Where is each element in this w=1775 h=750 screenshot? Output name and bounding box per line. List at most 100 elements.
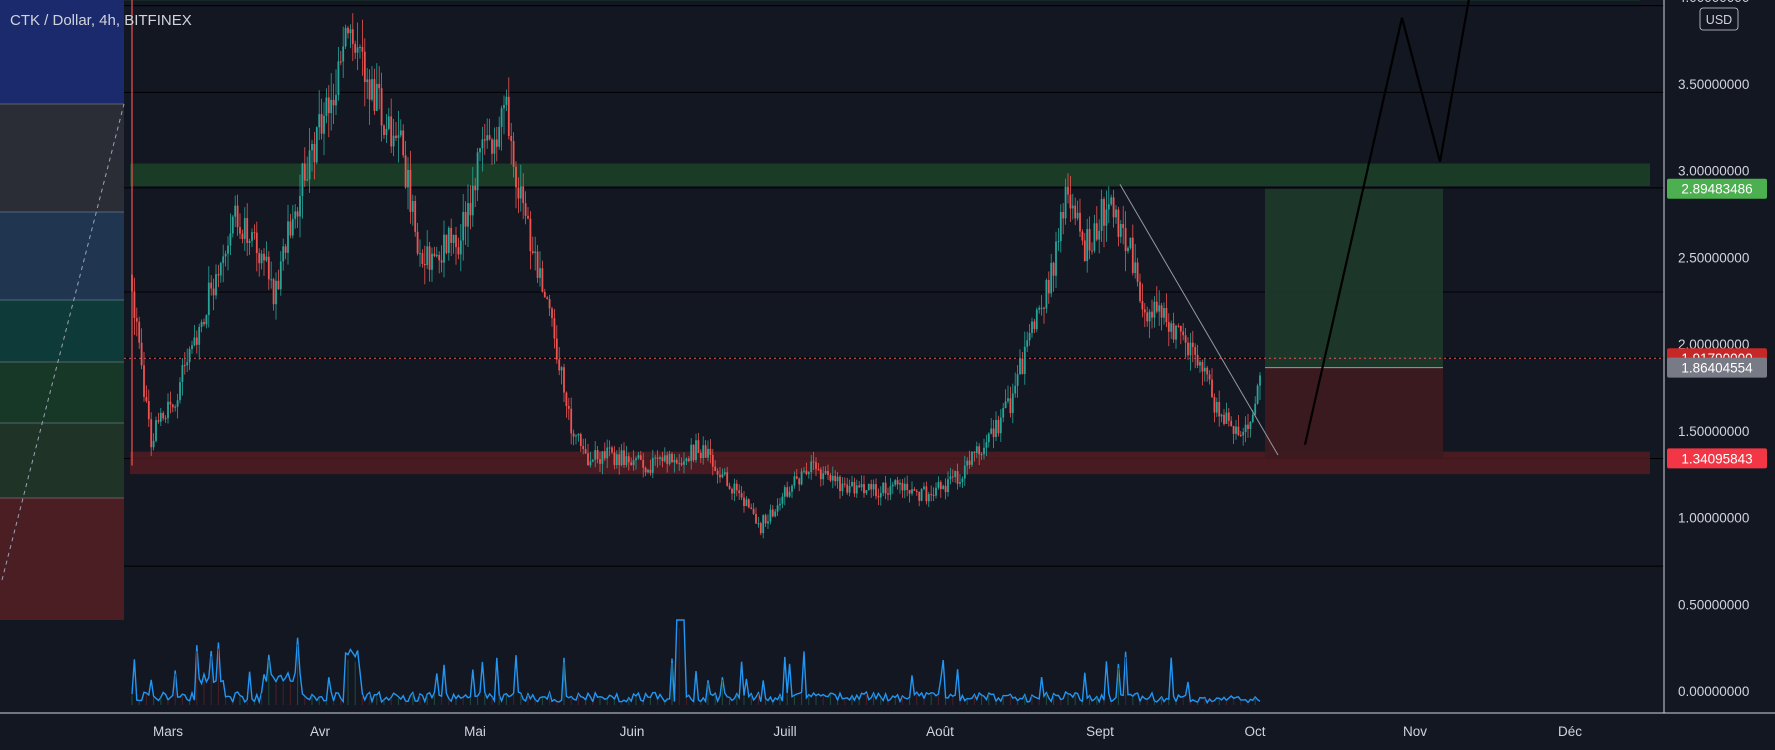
candle-up (1110, 197, 1113, 205)
candle-up (191, 345, 193, 349)
candle-down (687, 458, 690, 461)
candle-down (529, 218, 532, 252)
candle-up (1189, 342, 1192, 356)
candle-down (1117, 209, 1120, 237)
candle-up (651, 457, 654, 473)
candle-down (1141, 301, 1144, 310)
candle-down (491, 139, 493, 154)
candle-up (1220, 414, 1223, 417)
candle-up (971, 451, 973, 465)
candle-up (452, 234, 455, 243)
candle-up (265, 256, 268, 261)
price-tag-label: 2.89483486 (1681, 182, 1752, 197)
candle-up (690, 444, 693, 461)
candle-up (872, 484, 875, 490)
candle-up (1175, 325, 1177, 340)
candle-down (563, 367, 565, 393)
candle-up (723, 472, 726, 475)
candle-down (896, 480, 899, 485)
candle-up (359, 46, 361, 48)
candle-up (923, 486, 925, 490)
time-tick-label: Sept (1086, 724, 1114, 739)
candle-up (1199, 361, 1201, 366)
candle-down (711, 454, 714, 467)
candle-up (606, 447, 609, 459)
candle-up (889, 486, 892, 495)
candle-up (800, 471, 803, 485)
candle-up (1251, 414, 1254, 422)
candle-down (253, 232, 256, 234)
candle-up (270, 279, 273, 281)
candle-up (251, 232, 253, 241)
candle-down (1208, 374, 1211, 380)
candle-down (433, 253, 436, 257)
candle-down (740, 493, 743, 498)
candle-down (495, 139, 498, 147)
candle-down (363, 51, 366, 83)
candle-up (315, 127, 318, 163)
candle-up (959, 482, 961, 484)
time-axis[interactable]: Mars Avr Mai Juin Juill Août Sept Oct Nov Déc (153, 724, 1582, 739)
candle-up (673, 459, 676, 463)
candle-up (260, 253, 263, 264)
candle-up (695, 440, 697, 461)
price-tick-label: 3.50000000 (1678, 77, 1749, 92)
candle-down (939, 482, 942, 490)
candle-down (858, 485, 861, 488)
candle-up (200, 322, 203, 327)
candle-up (1086, 229, 1089, 262)
candle-down (1196, 354, 1199, 366)
candle-up (356, 47, 359, 53)
candle-down (368, 79, 371, 100)
candle-down (944, 485, 947, 493)
candle-up (1045, 279, 1048, 309)
candle-up (342, 46, 345, 62)
candle-up (1026, 340, 1029, 347)
candle-down (951, 476, 954, 478)
candle-up (788, 491, 791, 497)
candle-down (719, 474, 721, 478)
candle-up (942, 485, 945, 490)
candle-up (589, 461, 592, 466)
candle-down (906, 483, 909, 491)
candle-down (582, 446, 585, 450)
candle-down (246, 218, 249, 243)
candle-up (620, 450, 623, 466)
candle-up (159, 412, 162, 422)
candle-up (426, 246, 429, 266)
price-tick-label: 2.50000000 (1678, 250, 1749, 265)
candle-down (752, 508, 755, 514)
candle-down (992, 428, 995, 438)
candle-down (747, 499, 750, 508)
candle-down (704, 445, 707, 458)
long-position-box[interactable] (124, 188, 1664, 459)
candle-down (759, 523, 762, 534)
candle-down (145, 396, 148, 402)
candle-up (193, 337, 196, 346)
candle-down (1227, 412, 1230, 421)
candle-down (1167, 322, 1170, 332)
candle-down (584, 449, 587, 454)
candle-up (894, 480, 897, 485)
candle-up (1254, 403, 1257, 415)
price-tick-label: 1.50000000 (1678, 424, 1749, 439)
chart-canvas[interactable]: 0.00000000 0.50000000 1.00000000 1.50000000… (0, 0, 1775, 750)
candle-down (555, 338, 558, 360)
price-tick-label: 3.00000000 (1678, 164, 1749, 179)
candle-up (503, 104, 505, 109)
candle-down (383, 125, 385, 135)
candle-up (1057, 241, 1060, 243)
candle-up (431, 253, 433, 270)
candle-up (654, 457, 657, 459)
candle-down (829, 474, 832, 481)
candle-up (1115, 209, 1117, 218)
candle-down (195, 337, 198, 345)
candle-up (462, 211, 465, 241)
candle-up (186, 362, 189, 366)
candle-down (527, 215, 529, 219)
candle-up (181, 365, 184, 383)
candle-down (1187, 342, 1189, 356)
candle-down (1047, 279, 1050, 294)
candle-down (639, 455, 642, 460)
candle-up (323, 115, 325, 134)
